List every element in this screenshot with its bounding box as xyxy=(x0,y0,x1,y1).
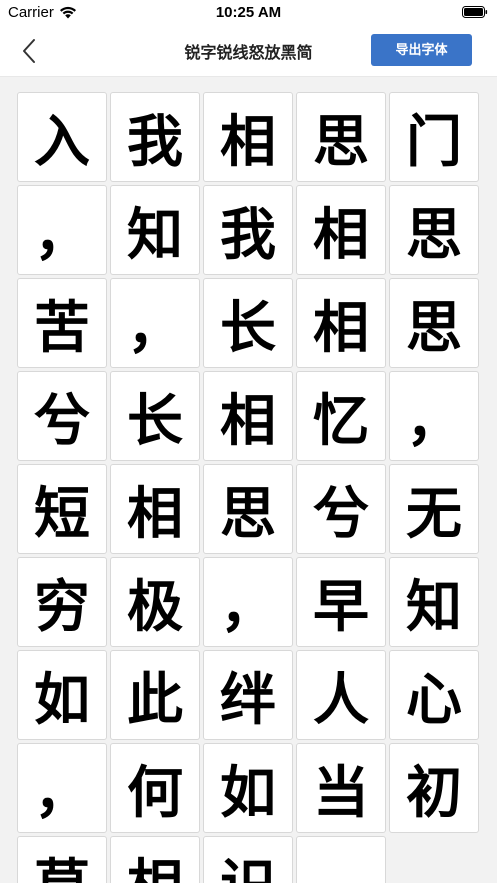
character-cell[interactable]: ， xyxy=(17,185,107,275)
character-cell[interactable]: 相 xyxy=(110,836,200,883)
character-cell[interactable]: 当 xyxy=(296,743,386,833)
character-cell[interactable]: 长 xyxy=(203,278,293,368)
character-cell[interactable]: 相 xyxy=(203,371,293,461)
character-cell[interactable]: 相 xyxy=(296,278,386,368)
character-cell[interactable]: 思 xyxy=(203,464,293,554)
character-cell[interactable]: 穷 xyxy=(17,557,107,647)
character-cell[interactable]: 兮 xyxy=(296,464,386,554)
character-cell[interactable]: 识 xyxy=(203,836,293,883)
character-cell[interactable]: 知 xyxy=(389,557,479,647)
character-cell[interactable]: ， xyxy=(389,371,479,461)
character-cell[interactable]: 思 xyxy=(389,185,479,275)
character-grid: 入我相思门，知我相思苦，长相思兮长相忆，短相思兮无穷极，早知如此绊人心，何如当初… xyxy=(17,92,479,883)
character-cell[interactable]: 何 xyxy=(110,743,200,833)
character-cell[interactable]: 早 xyxy=(296,557,386,647)
character-cell[interactable]: 思 xyxy=(296,92,386,182)
character-cell[interactable]: 兮 xyxy=(17,371,107,461)
character-cell[interactable]: 我 xyxy=(203,185,293,275)
character-cell[interactable]: 我 xyxy=(110,92,200,182)
character-cell xyxy=(296,836,386,883)
character-cell[interactable]: 苦 xyxy=(17,278,107,368)
nav-bar: 锐字锐线怒放黑简 导出字体 xyxy=(0,26,497,77)
character-cell[interactable]: 知 xyxy=(110,185,200,275)
character-cell[interactable]: 长 xyxy=(110,371,200,461)
status-time: 10:25 AM xyxy=(215,4,282,21)
character-cell[interactable]: 短 xyxy=(17,464,107,554)
character-cell[interactable]: 心 xyxy=(389,650,479,740)
character-cell[interactable]: ， xyxy=(203,557,293,647)
character-cell[interactable]: 人 xyxy=(296,650,386,740)
character-cell[interactable]: 此 xyxy=(110,650,200,740)
battery-icon xyxy=(462,6,488,18)
character-cell[interactable]: 忆 xyxy=(296,371,386,461)
character-cell[interactable]: 初 xyxy=(389,743,479,833)
character-cell[interactable]: 如 xyxy=(17,650,107,740)
character-cell[interactable]: 相 xyxy=(110,464,200,554)
character-cell[interactable]: 无 xyxy=(389,464,479,554)
character-cell[interactable]: 相 xyxy=(203,92,293,182)
export-font-button[interactable]: 导出字体 xyxy=(371,34,472,66)
character-cell[interactable]: 入 xyxy=(17,92,107,182)
character-cell[interactable]: 相 xyxy=(296,185,386,275)
character-cell[interactable]: ， xyxy=(17,743,107,833)
character-cell[interactable]: 思 xyxy=(389,278,479,368)
character-cell[interactable]: 门 xyxy=(389,92,479,182)
character-cell[interactable]: 莫 xyxy=(17,836,107,883)
character-cell[interactable]: 如 xyxy=(203,743,293,833)
status-bar: Carrier 10:25 AM xyxy=(0,0,497,26)
character-cell[interactable]: 绊 xyxy=(203,650,293,740)
character-cell[interactable]: 极 xyxy=(110,557,200,647)
character-cell[interactable]: ， xyxy=(110,278,200,368)
character-grid-area: 入我相思门，知我相思苦，长相思兮长相忆，短相思兮无穷极，早知如此绊人心，何如当初… xyxy=(0,77,497,883)
